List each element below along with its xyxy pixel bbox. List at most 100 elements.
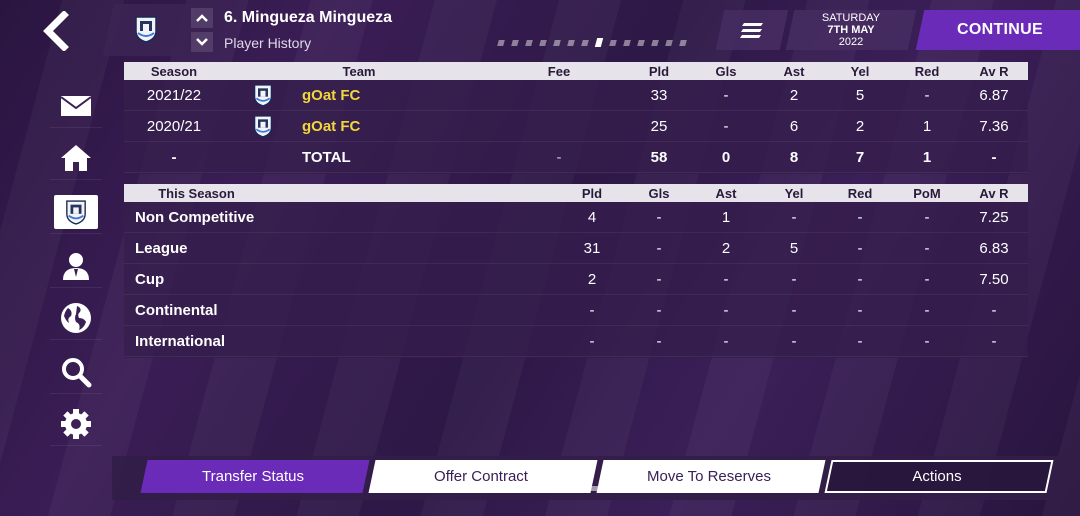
settings-icon xyxy=(61,408,91,439)
col-gls[interactable]: Gls xyxy=(696,62,756,80)
sidebar-active-bg xyxy=(54,194,98,229)
search-icon xyxy=(62,357,92,387)
season-cell-red: - xyxy=(857,239,863,257)
history-cell-pld: 33 xyxy=(650,86,668,104)
season-cell-gls: - xyxy=(656,208,662,226)
history-cell-season: 2020/21 xyxy=(146,117,202,135)
season-cell-ast: - xyxy=(723,301,729,319)
col-pld[interactable]: Pld xyxy=(629,62,689,80)
season-cell-gls: - xyxy=(656,301,662,319)
season-cell-ast: 2 xyxy=(721,239,731,257)
season-cell-yel: - xyxy=(791,270,797,288)
page-dot[interactable] xyxy=(511,39,519,46)
col-ast[interactable]: Ast xyxy=(764,62,824,80)
sidebar-item-club[interactable] xyxy=(50,190,102,234)
season-table-header: This Season Pld Gls Ast Yel Red PoM Av R xyxy=(124,184,1028,202)
page-dot[interactable] xyxy=(637,39,645,46)
season-cell-pld: 2 xyxy=(587,270,597,288)
back-button[interactable] xyxy=(30,6,80,56)
sidebar-item-world[interactable] xyxy=(50,296,102,340)
team-link[interactable]: gOat FC xyxy=(302,80,422,110)
col-red[interactable]: Red xyxy=(897,62,957,80)
col-pom[interactable]: PoM xyxy=(897,184,957,202)
season-row[interactable]: Continental - - - - - - - xyxy=(124,295,1028,326)
season-cell-pom: - xyxy=(924,301,930,319)
season-cell-avr: - xyxy=(991,332,997,350)
season-row[interactable]: International - - - - - - - xyxy=(124,326,1028,357)
total-pld: 58 xyxy=(650,148,668,166)
season-cell-avr: - xyxy=(991,301,997,319)
page-dot[interactable] xyxy=(609,39,617,46)
col-pld[interactable]: Pld xyxy=(562,184,622,202)
col-red[interactable]: Red xyxy=(830,184,890,202)
menu-button[interactable] xyxy=(715,10,789,50)
page-dot[interactable] xyxy=(623,39,631,46)
history-cell-avr: 6.87 xyxy=(979,86,1009,104)
season-cell-pld: - xyxy=(589,301,595,319)
competition-name: Cup xyxy=(135,270,165,288)
menu-icon xyxy=(740,23,763,38)
page-dot[interactable] xyxy=(497,39,505,46)
history-cell-fee xyxy=(529,80,589,110)
season-cell-ast: 1 xyxy=(721,208,731,226)
sidebar-item-inbox[interactable] xyxy=(50,84,102,128)
season-cell-red: - xyxy=(857,301,863,319)
sidebar-item-home[interactable] xyxy=(50,136,102,180)
page-dot[interactable] xyxy=(567,39,575,46)
next-player-button[interactable] xyxy=(191,32,213,52)
mail-icon xyxy=(60,95,92,116)
col-fee[interactable]: Fee xyxy=(529,62,589,80)
season-cell-gls: - xyxy=(656,332,662,350)
team-link[interactable]: gOat FC xyxy=(302,111,422,141)
page-dot[interactable] xyxy=(553,39,561,46)
page-dot[interactable] xyxy=(525,39,533,46)
season-row[interactable]: Cup 2 - - - - - 7.50 xyxy=(124,264,1028,295)
competition-name: International xyxy=(135,332,226,350)
club-crest-icon[interactable] xyxy=(134,15,158,48)
sidebar-item-settings[interactable] xyxy=(50,402,102,446)
sidebar-item-staff[interactable] xyxy=(50,244,102,288)
page-dot[interactable] xyxy=(665,39,673,46)
col-competition[interactable]: This Season xyxy=(124,184,269,202)
season-row[interactable]: Non Competitive 4 - 1 - - - 7.25 xyxy=(124,202,1028,233)
season-cell-red: - xyxy=(857,208,863,226)
total-yel: 7 xyxy=(855,148,865,166)
sidebar-item-search[interactable] xyxy=(50,350,102,394)
actions-label: Actions xyxy=(912,468,962,485)
page-dot[interactable] xyxy=(679,39,687,46)
season-cell-pld: 4 xyxy=(587,208,597,226)
history-cell-pld: 25 xyxy=(650,117,668,135)
col-yel[interactable]: Yel xyxy=(830,62,890,80)
competition-name: League xyxy=(135,239,188,257)
globe-icon xyxy=(61,302,91,333)
season-cell-pld: - xyxy=(589,332,595,350)
previous-player-button[interactable] xyxy=(191,8,213,28)
col-ast[interactable]: Ast xyxy=(696,184,756,202)
top-bar: 6. Mingueza Mingueza Player History SATU… xyxy=(0,0,1080,56)
season-row[interactable]: League 31 - 2 5 - - 6.83 xyxy=(124,233,1028,264)
home-indicator xyxy=(400,486,680,491)
page-dot[interactable] xyxy=(581,39,589,46)
transfer-status-label: Transfer Status xyxy=(202,468,304,485)
person-icon xyxy=(63,252,89,280)
col-team[interactable]: Team xyxy=(289,62,429,80)
season-cell-red: - xyxy=(857,270,863,288)
page-dot[interactable] xyxy=(594,38,604,47)
col-season[interactable]: Season xyxy=(124,62,224,80)
page-subtitle: Player History xyxy=(224,35,312,51)
season-cell-yel: - xyxy=(791,332,797,350)
season-cell-ast: - xyxy=(723,332,729,350)
history-row[interactable]: 2020/21 25 - 6 2 1 7.36 gOat FC xyxy=(124,111,1028,142)
history-row[interactable]: 2021/22 33 - 2 5 - 6.87 gOat FC xyxy=(124,80,1028,111)
page-dot[interactable] xyxy=(651,39,659,46)
page-dot[interactable] xyxy=(539,39,547,46)
this-season-table: This Season Pld Gls Ast Yel Red PoM Av R… xyxy=(124,184,1028,358)
club-crest-icon xyxy=(66,199,86,225)
move-to-reserves-label: Move To Reserves xyxy=(647,468,771,485)
col-gls[interactable]: Gls xyxy=(629,184,689,202)
col-avr[interactable]: Av R xyxy=(964,184,1024,202)
col-yel[interactable]: Yel xyxy=(764,184,824,202)
col-avr[interactable]: Av R xyxy=(964,62,1024,80)
date-day: SATURDAY xyxy=(821,12,881,24)
history-cell-red: - xyxy=(924,86,930,104)
